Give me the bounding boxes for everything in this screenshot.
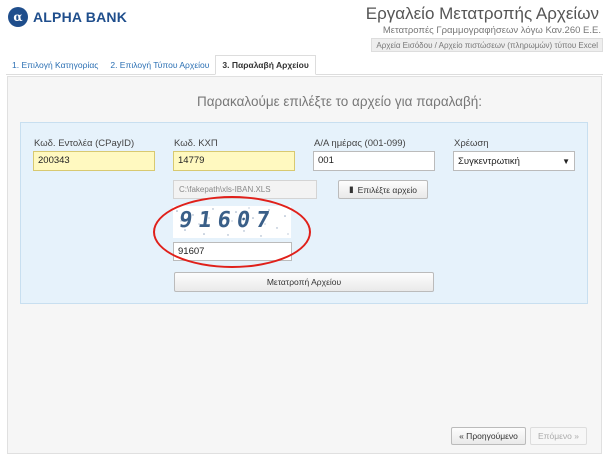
- breadcrumb: Αρχεία Εισόδου / Αρχείο πιστώσεων (πληρω…: [371, 38, 603, 52]
- bank-logo: α ALPHA BANK: [8, 7, 127, 27]
- tab-select-file-type[interactable]: 2. Επιλογή Τύπου Αρχείου: [104, 56, 215, 74]
- charge-select[interactable]: Συγκεντρωτική ▼: [453, 151, 575, 171]
- kxp-input[interactable]: 14779: [173, 151, 295, 171]
- cpayid-label: Κωδ. Εντολέα (CPayID): [34, 138, 135, 149]
- previous-button[interactable]: « Προηγούμενο: [451, 427, 526, 445]
- main-heading: Παρακαλούμε επιλέξτε το αρχείο για παραλ…: [197, 94, 482, 109]
- logo-text: ALPHA BANK: [33, 9, 128, 25]
- day-seq-label: Α/Α ημέρας (001-099): [314, 138, 406, 149]
- page-subtitle: Μετατροπές Γραμμογραφήσεων λόγω Καν.260 …: [382, 25, 601, 36]
- page-title: Εργαλείο Μετατροπής Αρχείων: [365, 4, 599, 23]
- tab-select-category[interactable]: 1. Επιλογή Κατηγορίας: [6, 56, 104, 74]
- day-seq-input[interactable]: 001: [313, 151, 435, 171]
- caret-down-icon: ▼: [562, 156, 570, 166]
- cpayid-input[interactable]: 200343: [33, 151, 155, 171]
- wizard-tabs: 1. Επιλογή Κατηγορίας 2. Επιλογή Τύπου Α…: [6, 55, 603, 75]
- charge-label: Χρέωση: [454, 138, 489, 149]
- charge-select-value: Συγκεντρωτική: [458, 155, 520, 167]
- choose-file-label: Επιλέξτε αρχείο: [357, 184, 418, 195]
- file-icon: ▮: [348, 184, 354, 194]
- alpha-logo-icon: α: [8, 7, 28, 27]
- tab-receive-file[interactable]: 3. Παραλαβή Αρχείου: [215, 55, 316, 75]
- annotation-ellipse: [153, 196, 311, 268]
- kxp-label: Κωδ. ΚΧΠ: [174, 138, 218, 149]
- convert-file-button[interactable]: Μετατροπή Αρχείου: [174, 272, 434, 292]
- choose-file-button[interactable]: ▮ Επιλέξτε αρχείο: [338, 180, 428, 199]
- next-button[interactable]: Επόμενο »: [530, 427, 587, 445]
